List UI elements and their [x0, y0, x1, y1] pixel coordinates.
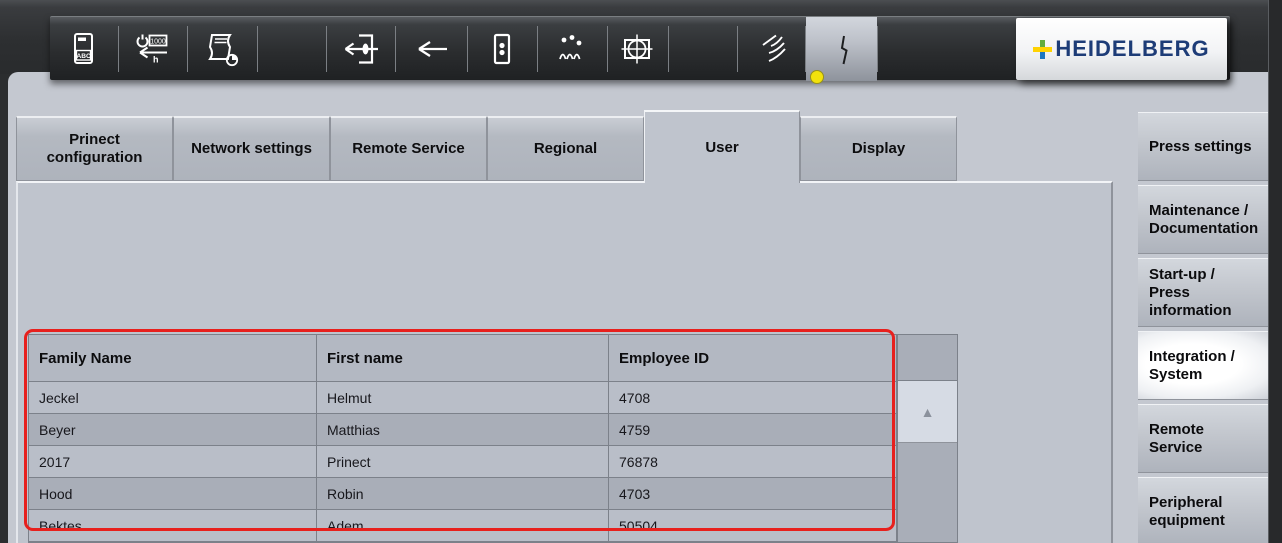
register-crosshair-button[interactable] [609, 27, 665, 71]
sidebar-item-maintenance-documentation[interactable]: Maintenance / Documentation [1138, 185, 1268, 254]
cell-family-name: Jeckel [29, 382, 317, 413]
right-nav-sidebar: Press settings Maintenance / Documentati… [1138, 110, 1268, 543]
sidebar-item-press-settings[interactable]: Press settings [1138, 112, 1268, 181]
sidebar-item-label: System [1149, 366, 1268, 384]
tab-label: Regional [534, 140, 597, 158]
sidebar-item-label: Integration / [1149, 348, 1268, 366]
cell-employee-id: 4708 [609, 382, 896, 413]
tab-remote-service[interactable]: Remote Service [330, 116, 487, 181]
counter-reset-icon: 1000 h [132, 29, 172, 69]
sidebar-item-label: Start-up / [1149, 266, 1268, 284]
cell-employee-id: 4759 [609, 414, 896, 445]
table-row[interactable]: Beyer Matthias 4759 [29, 413, 896, 445]
toolbar-separator [187, 26, 188, 72]
sheet-infeed-button[interactable] [332, 27, 388, 71]
tab-network-settings[interactable]: Network settings [173, 116, 330, 181]
nameplate-abc-button[interactable]: ABC [55, 27, 111, 71]
cell-employee-id: 76878 [609, 446, 896, 477]
table-header-row: Family Name First name Employee ID [29, 335, 896, 381]
tab-label: Network settings [191, 140, 312, 158]
powder-spray-icon [552, 29, 592, 69]
scrollbar-track[interactable] [898, 443, 957, 542]
plate-dots-icon [482, 29, 522, 69]
toolbar-separator [737, 26, 738, 72]
cell-family-name: Hood [29, 478, 317, 509]
sheet-delay-button[interactable] [194, 27, 250, 71]
table-row[interactable]: Jeckel Helmut 4708 [29, 381, 896, 413]
svg-text:1000: 1000 [150, 39, 166, 46]
nameplate-abc-icon: ABC [63, 29, 103, 69]
sheet-infeed-icon [340, 29, 380, 69]
cell-family-name: Beyer [29, 414, 317, 445]
triangle-up-icon: ▲ [921, 404, 935, 420]
heidelberg-cross-icon [1033, 40, 1052, 59]
toolbar-separator [395, 26, 396, 72]
cell-first-name: Robin [317, 478, 609, 509]
tab-label: Prinect configuration [25, 131, 164, 167]
sidebar-item-label: Peripheral [1149, 494, 1268, 512]
column-header-employee-id: Employee ID [609, 335, 896, 381]
press-console-screen: ABC 1000 h [0, 0, 1282, 543]
cell-first-name: Matthias [317, 414, 609, 445]
register-crosshair-icon [617, 29, 657, 69]
scroll-up-button[interactable]: ▲ [898, 381, 957, 443]
sidebar-item-label: Press settings [1149, 138, 1268, 156]
table-row[interactable]: Bektes Adem 50504 [29, 509, 896, 541]
toolbar-separator [257, 26, 258, 72]
tab-display[interactable]: Display [800, 116, 957, 181]
sidebar-item-label: Press information [1149, 284, 1268, 320]
sidebar-item-label: equipment [1149, 512, 1268, 530]
heidelberg-logo: HEIDELBERG [1016, 18, 1227, 80]
powder-spray-button[interactable] [544, 27, 600, 71]
tab-label: User [705, 139, 738, 157]
table-row[interactable]: Hood Robin 4703 [29, 477, 896, 509]
cell-first-name: Adem [317, 510, 609, 541]
cell-employee-id: 50504 [609, 510, 896, 541]
sidebar-item-label: Remote [1149, 421, 1268, 439]
table-row[interactable]: 2017 Prinect 76878 [29, 445, 896, 477]
user-table: Family Name First name Employee ID Jecke… [28, 334, 897, 543]
cell-first-name: Helmut [317, 382, 609, 413]
column-header-first-name: First name [317, 335, 609, 381]
heidelberg-logo-text: HEIDELBERG [1055, 36, 1209, 62]
sidebar-item-startup-press-information[interactable]: Start-up / Press information [1138, 258, 1268, 327]
status-indicator-dot [810, 70, 824, 84]
service-step-icon [822, 29, 862, 69]
toolbar-separator [118, 26, 119, 72]
tab-prinect-configuration[interactable]: Prinect configuration [16, 116, 173, 181]
scrollbar-header-spacer [898, 335, 957, 381]
sheet-delay-icon [202, 29, 242, 69]
toolbar-separator [537, 26, 538, 72]
table-scrollbar: ▲ [897, 334, 958, 543]
cell-employee-id: 4703 [609, 478, 896, 509]
svg-text:ABC: ABC [76, 53, 91, 60]
counter-reset-button[interactable]: 1000 h [124, 27, 180, 71]
toolbar-separator [877, 26, 878, 72]
toolbar-separator [467, 26, 468, 72]
svg-text:h: h [153, 55, 159, 65]
plate-dots-button[interactable] [474, 27, 530, 71]
tab-label: Remote Service [352, 140, 465, 158]
sidebar-item-label: Maintenance / [1149, 202, 1268, 220]
dark-right-frame [1268, 0, 1282, 543]
washup-spray-icon [751, 29, 791, 69]
sidebar-item-label: Service [1149, 439, 1268, 457]
sidebar-item-label: Documentation [1149, 220, 1268, 238]
washup-spray-button[interactable] [743, 27, 799, 71]
arrow-left-button[interactable] [403, 27, 459, 71]
tab-regional[interactable]: Regional [487, 116, 644, 181]
cell-family-name: 2017 [29, 446, 317, 477]
sidebar-item-peripheral-equipment[interactable]: Peripheral equipment [1138, 477, 1268, 543]
tab-label: Display [852, 140, 905, 158]
toolbar-separator [607, 26, 608, 72]
column-header-family-name: Family Name [29, 335, 317, 381]
cell-family-name: Bektes [29, 510, 317, 541]
tab-user[interactable]: User [644, 110, 800, 183]
toolbar-separator [668, 26, 669, 72]
sidebar-item-remote-service[interactable]: Remote Service [1138, 404, 1268, 473]
arrow-left-icon [411, 29, 451, 69]
toolbar-separator [326, 26, 327, 72]
sidebar-item-integration-system[interactable]: Integration / System [1138, 331, 1268, 400]
cell-first-name: Prinect [317, 446, 609, 477]
